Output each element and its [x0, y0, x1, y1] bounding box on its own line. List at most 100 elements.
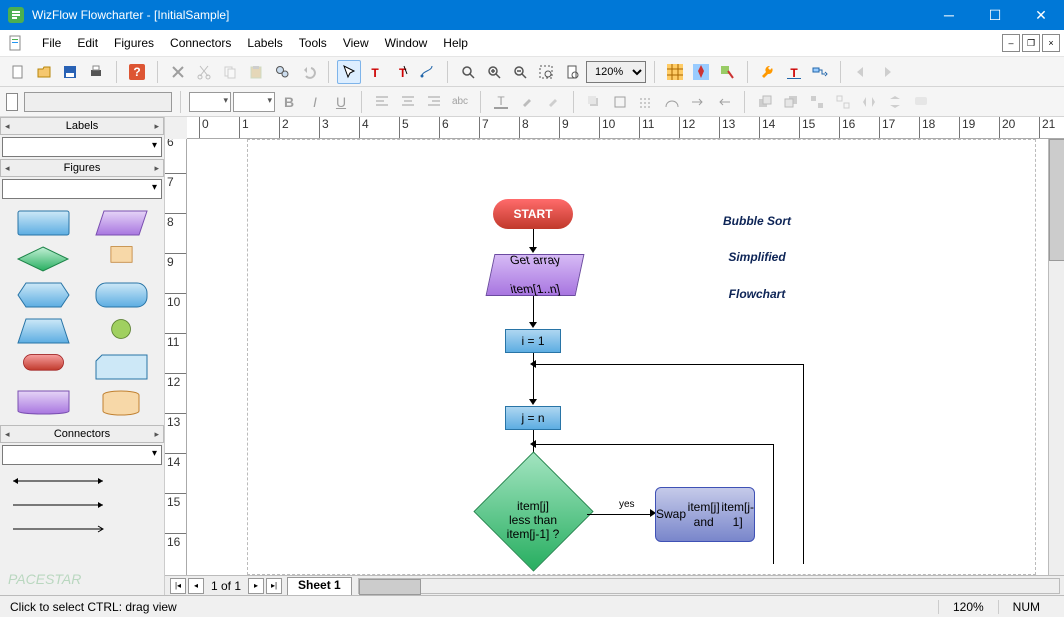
arrow-end-button[interactable]	[712, 90, 736, 114]
shadow-button[interactable]	[582, 90, 606, 114]
mdi-minimize-button[interactable]: –	[1002, 34, 1020, 52]
sheet-last-button[interactable]: ▸|	[266, 578, 282, 594]
shape-circle[interactable]	[94, 317, 149, 341]
shape-display[interactable]	[16, 389, 71, 417]
sheet-first-button[interactable]: |◂	[170, 578, 186, 594]
zoom-select[interactable]: 120%	[586, 61, 646, 83]
snap-object-button[interactable]	[715, 60, 739, 84]
fill-color-button[interactable]	[189, 92, 231, 112]
delete-button[interactable]	[166, 60, 190, 84]
zoom-out-button[interactable]	[508, 60, 532, 84]
align-left-button[interactable]	[370, 90, 394, 114]
brush-button[interactable]	[541, 90, 565, 114]
save-button[interactable]	[58, 60, 82, 84]
underline-button[interactable]: U	[329, 90, 353, 114]
flow-button[interactable]	[808, 60, 832, 84]
flip-v-button[interactable]	[883, 90, 907, 114]
connector-tool-button[interactable]	[415, 60, 439, 84]
shape-parallelogram[interactable]	[94, 209, 149, 237]
note-button[interactable]	[909, 90, 933, 114]
flip-h-button[interactable]	[857, 90, 881, 114]
prev-button[interactable]	[849, 60, 873, 84]
ungroup-button[interactable]	[831, 90, 855, 114]
connector-end-arrow[interactable]	[8, 499, 108, 511]
align-right-button[interactable]	[422, 90, 446, 114]
zoom-rect-button[interactable]	[534, 60, 558, 84]
node-getarray[interactable]: Get arrayitem[1..n]	[486, 254, 585, 296]
figures-palette-header[interactable]: Figures	[0, 159, 164, 177]
menu-view[interactable]: View	[335, 30, 377, 56]
zoom-tool-button[interactable]	[456, 60, 480, 84]
text-color-button[interactable]	[233, 92, 275, 112]
node-decision[interactable]: item[j]less thanitem[j-1] ?	[473, 471, 593, 551]
nav-left-button[interactable]	[6, 93, 18, 111]
zoom-page-button[interactable]	[560, 60, 584, 84]
connectors-palette-header[interactable]: Connectors	[0, 425, 164, 443]
maximize-button[interactable]: ☐	[972, 0, 1018, 30]
node-swap[interactable]: Swapitem[j] anditem[j-1]	[655, 487, 755, 542]
connectors-select[interactable]	[2, 445, 162, 465]
cut-button[interactable]	[192, 60, 216, 84]
undo-button[interactable]	[296, 60, 320, 84]
select-tool-button[interactable]	[337, 60, 361, 84]
shape-card[interactable]	[94, 353, 149, 381]
node-start[interactable]: START	[493, 199, 573, 229]
arrow-start-button[interactable]	[686, 90, 710, 114]
node-init-i[interactable]: i = 1	[505, 329, 561, 353]
shape-cylinder[interactable]	[94, 389, 149, 417]
shape-rect[interactable]	[16, 209, 71, 237]
style-select[interactable]	[24, 92, 172, 112]
new-button[interactable]	[6, 60, 30, 84]
paste-button[interactable]	[244, 60, 268, 84]
menu-tools[interactable]: Tools	[291, 30, 335, 56]
sheet-tab[interactable]: Sheet 1	[287, 577, 352, 595]
open-button[interactable]	[32, 60, 56, 84]
labels-palette-header[interactable]: Labels	[0, 117, 164, 135]
mdi-close-button[interactable]: ×	[1042, 34, 1060, 52]
highlight-button[interactable]	[515, 90, 539, 114]
zoom-in-button[interactable]	[482, 60, 506, 84]
menu-connectors[interactable]: Connectors	[162, 30, 239, 56]
next-button[interactable]	[875, 60, 899, 84]
wrench-button[interactable]	[756, 60, 780, 84]
menu-help[interactable]: Help	[435, 30, 476, 56]
grid-button[interactable]	[663, 60, 687, 84]
copy-button[interactable]	[218, 60, 242, 84]
menu-edit[interactable]: Edit	[69, 30, 106, 56]
find-button[interactable]	[270, 60, 294, 84]
menu-labels[interactable]: Labels	[239, 30, 290, 56]
bold-button[interactable]: B	[277, 90, 301, 114]
shape-trapezoid[interactable]	[16, 317, 71, 345]
abc-button[interactable]: abc	[448, 90, 472, 114]
horizontal-scrollbar[interactable]	[358, 578, 1060, 594]
line-style-button[interactable]	[634, 90, 658, 114]
text-tool-button[interactable]: T	[363, 60, 387, 84]
italic-button[interactable]: I	[303, 90, 327, 114]
shape-hexagon[interactable]	[16, 281, 71, 309]
sheet-prev-button[interactable]: ◂	[188, 578, 204, 594]
menu-window[interactable]: Window	[377, 30, 436, 56]
text-cursor-button[interactable]: T	[389, 60, 413, 84]
group-button[interactable]	[805, 90, 829, 114]
connector-both-arrows[interactable]	[8, 475, 108, 487]
shape-diamond[interactable]	[16, 245, 71, 273]
menu-figures[interactable]: Figures	[106, 30, 162, 56]
connector-open-arrow[interactable]	[8, 523, 108, 535]
front-button[interactable]	[753, 90, 777, 114]
font-color-button[interactable]: T	[489, 90, 513, 114]
node-init-j[interactable]: j = n	[505, 406, 561, 430]
help-button[interactable]: ?	[125, 60, 149, 84]
sheet-next-button[interactable]: ▸	[248, 578, 264, 594]
text-style-button[interactable]: T	[782, 60, 806, 84]
shape-box[interactable]	[94, 245, 149, 267]
minimize-button[interactable]: ─	[926, 0, 972, 30]
print-button[interactable]	[84, 60, 108, 84]
mdi-restore-button[interactable]: ❐	[1022, 34, 1040, 52]
shape-roundrect[interactable]	[94, 281, 149, 309]
close-button[interactable]: ✕	[1018, 0, 1064, 30]
back-button[interactable]	[779, 90, 803, 114]
curve-button[interactable]	[660, 90, 684, 114]
snap-grid-button[interactable]	[689, 60, 713, 84]
vertical-scrollbar[interactable]	[1048, 139, 1064, 575]
align-center-button[interactable]	[396, 90, 420, 114]
